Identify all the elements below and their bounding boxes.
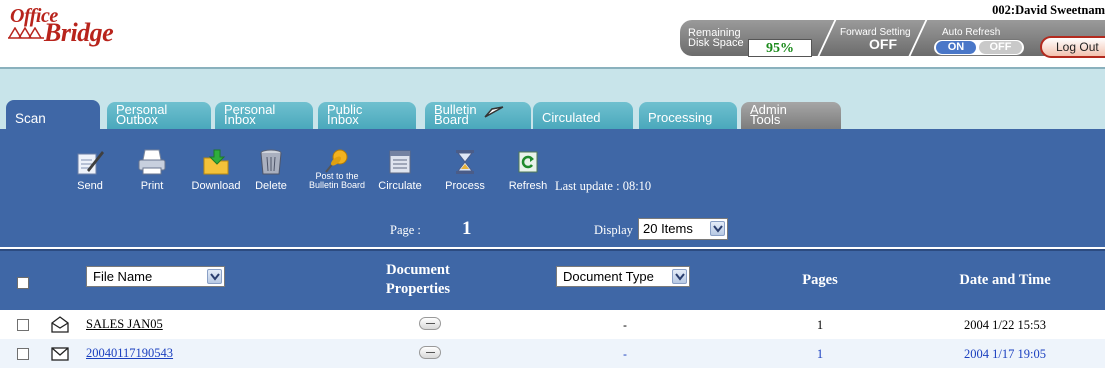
row-checkbox[interactable] [17,348,29,360]
row-checkbox[interactable] [17,319,29,331]
doc-props-line1: Document [386,262,450,278]
send-button[interactable]: Send [68,148,112,192]
print-button[interactable]: Print [132,148,172,192]
document-type-select-value: Document Type [563,269,654,284]
page-label: Page : [390,223,421,237]
file-name-link[interactable]: 20040117190543 [86,346,173,361]
table-header: File Name Document Properties Document T… [0,249,1105,310]
auto-refresh-label: Auto Refresh [942,27,1001,38]
tab-label: Processing [648,110,713,125]
tab-circulated[interactable]: Circulated [533,102,633,129]
logout-button[interactable]: Log Out [1040,36,1105,58]
document-properties-header: Document Properties [368,261,468,299]
hourglass-icon [456,150,474,174]
delete-label: Delete [255,180,287,192]
circulate-button[interactable]: Circulate [374,148,426,192]
closed-envelope-icon [51,347,69,361]
post-label-line2: Bulletin Board [308,180,366,190]
pages-header: Pages [802,272,838,288]
status-strip: Remaining Disk Space 95% Forward Setting… [680,16,1105,60]
page-number: 1 [462,218,472,239]
items-per-page-value: 20 Items [643,221,693,236]
circulate-document-icon [389,150,411,174]
table-row[interactable]: SALES JAN05 - 1 2004 1/22 15:53 [0,310,1105,339]
send-icon [77,151,104,175]
tab-personal-outbox[interactable]: Personal Outbox [107,102,211,129]
properties-button[interactable] [419,346,441,359]
tab-personal-inbox[interactable]: Personal Inbox [215,102,313,129]
delete-button[interactable]: Delete [250,148,292,192]
pages-cell: 1 [816,347,824,361]
tab-admin-tools[interactable]: Admin Tools [741,102,841,129]
file-name-select-value: File Name [93,269,153,284]
toolbar: Send Print Download Delete Post to the B… [0,129,1105,247]
process-button[interactable]: Process [440,148,490,192]
document-type-cell: - [623,318,627,332]
send-label: Send [77,180,103,192]
auto-refresh-on[interactable]: ON [936,41,976,54]
chevron-down-icon[interactable] [710,221,725,236]
envelope-icon [484,106,504,118]
trash-icon [260,149,282,175]
header: Office Bridge 002:David Sweetnam Remaini… [0,0,1105,67]
download-button[interactable]: Download [188,148,244,192]
doc-props-line2: Properties [385,281,451,297]
date-time-header: Date and Time [959,272,1051,288]
forward-setting-value[interactable]: OFF [869,36,897,52]
opened-envelope-icon [51,316,69,333]
tab-bar: Scan Personal Outbox Personal Inbox Public… [0,100,1105,130]
tab-label: Inbox [224,112,256,127]
download-folder-icon [203,149,229,175]
pages-cell: 1 [816,318,824,332]
officebridge-logo: Office Bridge [8,6,114,46]
auto-refresh-toggle[interactable]: ON OFF [933,39,1025,56]
file-name-sort-select[interactable]: File Name [86,266,225,287]
tab-public-inbox[interactable]: Public Inbox [318,102,416,129]
tab-bulletin-board[interactable]: Bulletin Board [425,102,531,129]
select-all-checkbox[interactable] [17,277,29,289]
refresh-icon [518,151,538,173]
chevron-down-icon[interactable] [207,269,222,284]
circulate-label: Circulate [378,180,422,192]
tab-scan[interactable]: Scan [6,100,100,130]
date-time-cell: 2004 1/22 15:53 [964,318,1046,332]
table-row[interactable]: 20040117190543 - 1 2004 1/17 19:05 [0,339,1105,368]
file-name-link[interactable]: SALES JAN05 [86,317,163,332]
tab-label: Board [434,112,469,127]
document-type-cell: - [623,347,627,361]
refresh-label: Refresh [508,180,548,192]
tab-label: Tools [750,112,781,127]
date-time-cell: 2004 1/17 19:05 [964,347,1046,361]
bridge-mark-icon [8,27,44,39]
tab-label: Circulated [542,110,601,125]
tab-label: Inbox [327,112,359,127]
tab-label: Outbox [116,112,158,127]
properties-button[interactable] [419,317,441,330]
document-type-select[interactable]: Document Type [556,266,690,287]
auto-refresh-off[interactable]: OFF [979,41,1022,54]
items-per-page-select[interactable]: 20 Items [638,218,728,240]
last-update-text: Last update : 08:10 [555,179,652,193]
post-to-bulletin-board-button[interactable]: Post to the Bulletin Board [306,148,368,190]
process-label: Process [445,180,485,192]
print-label: Print [140,180,164,192]
refresh-button[interactable]: Refresh [505,148,551,192]
download-label: Download [191,180,241,192]
printer-icon [138,149,166,175]
chevron-down-icon[interactable] [672,269,687,284]
tab-processing[interactable]: Processing [639,102,737,129]
disk-space-label-2: Disk Space [688,37,744,49]
tab-label: Scan [15,111,46,126]
disk-space-value: 95% [748,39,812,57]
display-label: Display [594,223,633,237]
